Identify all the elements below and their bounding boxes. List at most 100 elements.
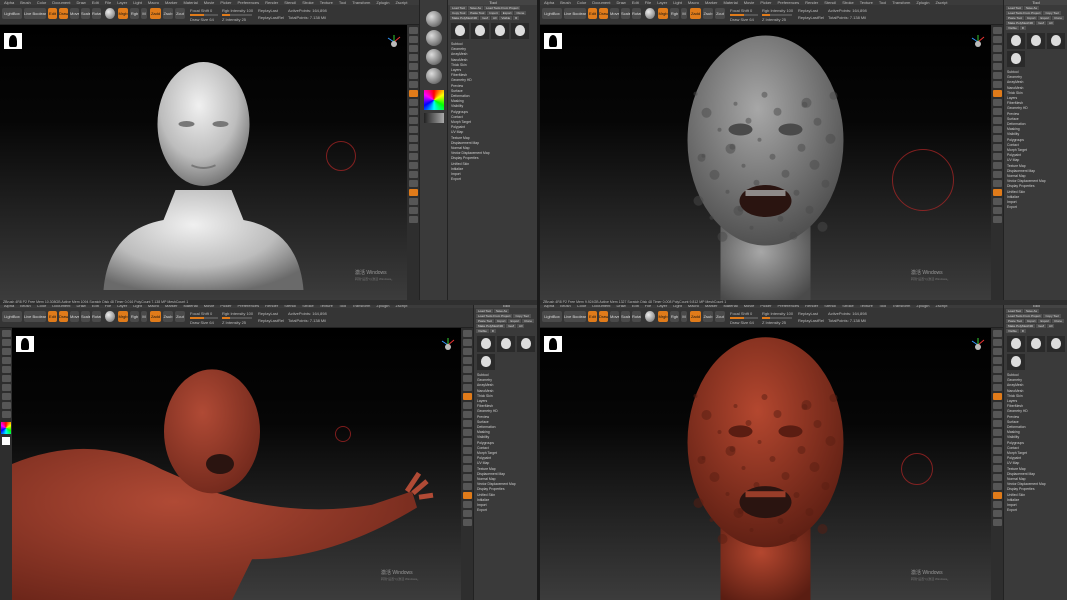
shelf-button[interactable] — [992, 510, 1002, 517]
tool-panel-button[interactable]: Load Tool — [476, 309, 493, 313]
tool-panel-button[interactable]: Visible — [476, 329, 489, 333]
zadd-button[interactable]: Zadd — [150, 311, 161, 322]
mrgb-button[interactable]: Mrgb — [118, 8, 128, 19]
zsub-button[interactable]: Zsub — [163, 311, 173, 322]
tool-thumbnail[interactable] — [1027, 33, 1045, 49]
tool-panel-button[interactable]: Clone — [1052, 319, 1064, 323]
shelf-button[interactable] — [992, 375, 1002, 382]
tool-panel-button[interactable]: Save As — [467, 6, 483, 10]
zcut-button[interactable]: Zcut — [715, 311, 725, 322]
shelf-button[interactable] — [1, 330, 11, 337]
tool-thumbnail[interactable] — [1007, 33, 1025, 49]
rgb-button[interactable]: Rgb — [670, 311, 679, 322]
shelf-button[interactable] — [462, 411, 472, 418]
tool-panel-button[interactable]: Load Tool — [1006, 309, 1023, 313]
shelf-button[interactable] — [1, 393, 11, 400]
replay-last-button[interactable]: ReplayLast — [258, 8, 278, 13]
shelf-button[interactable] — [1, 348, 11, 355]
shelf-button[interactable] — [408, 207, 418, 214]
tool-thumbnail[interactable] — [451, 23, 469, 39]
tool-panel-button[interactable]: GoZ — [480, 16, 491, 20]
m-button[interactable]: M — [141, 8, 147, 19]
shelf-button[interactable] — [992, 366, 1002, 373]
shelf-button[interactable] — [1, 357, 11, 364]
tool-panel-button[interactable]: Save As — [1023, 309, 1039, 313]
material-sphere-icon[interactable] — [426, 11, 442, 27]
shelf-button[interactable] — [992, 27, 1002, 34]
tool-panel-button[interactable]: Copy Tool — [450, 11, 468, 15]
shelf-button[interactable] — [462, 438, 472, 445]
material-sphere-icon[interactable] — [426, 30, 442, 46]
navigator-thumbnail[interactable] — [544, 336, 562, 352]
z-intensity-slider[interactable] — [222, 14, 252, 16]
shelf-button[interactable] — [462, 510, 472, 517]
tool-panel-button[interactable]: Visible — [499, 16, 513, 20]
shelf-button[interactable] — [462, 339, 472, 346]
tool-panel-button[interactable]: Clone — [522, 319, 534, 323]
tool-thumbnail[interactable] — [1047, 33, 1065, 49]
shelf-button[interactable] — [408, 90, 418, 97]
tool-panel-button[interactable]: Paste Tool — [1006, 319, 1024, 323]
shelf-button[interactable] — [462, 483, 472, 490]
axis-gizmo-icon[interactable] — [441, 338, 455, 352]
axis-gizmo-icon[interactable] — [971, 338, 985, 352]
replay-last-button[interactable]: ReplayLast — [258, 311, 278, 316]
shelf-button[interactable] — [1, 375, 11, 382]
zsub-button[interactable]: Zsub — [703, 311, 713, 322]
shelf-button[interactable] — [992, 117, 1002, 124]
zsub-button[interactable]: Zsub — [163, 8, 173, 19]
replay-last-rel-button[interactable]: ReplayLastRel — [798, 318, 824, 323]
shelf-button[interactable] — [992, 339, 1002, 346]
shelf-button[interactable] — [992, 438, 1002, 445]
tool-panel-button[interactable]: Import — [1024, 319, 1038, 323]
shelf-button[interactable] — [462, 456, 472, 463]
canvas-viewport[interactable] — [540, 25, 991, 300]
tool-panel-button[interactable]: Clone — [514, 11, 527, 15]
shelf-button[interactable] — [992, 63, 1002, 70]
shelf-button[interactable] — [992, 357, 1002, 364]
shelf-button[interactable] — [462, 420, 472, 427]
rgb-button[interactable]: Rgb — [130, 8, 139, 19]
shelf-button[interactable] — [462, 501, 472, 508]
draw-button[interactable]: Draw — [59, 8, 68, 19]
zcut-button[interactable]: Zcut — [175, 311, 185, 322]
shelf-button[interactable] — [1, 384, 11, 391]
shelf-button[interactable] — [992, 180, 1002, 187]
tool-panel-button[interactable]: Import — [487, 11, 500, 15]
tool-panel-button[interactable]: GoZ — [506, 324, 517, 328]
tool-panel-button[interactable]: Export — [1038, 319, 1052, 323]
tool-thumbnail[interactable] — [477, 354, 495, 370]
scale-button[interactable]: Scale — [81, 8, 90, 19]
replay-last-rel-button[interactable]: ReplayLastRel — [258, 15, 284, 20]
tool-panel-button[interactable]: All — [491, 16, 499, 20]
rotate-button[interactable]: Rotate — [632, 311, 641, 322]
tool-thumbnail[interactable] — [1007, 51, 1025, 67]
shelf-button[interactable] — [992, 99, 1002, 106]
shelf-button[interactable] — [992, 411, 1002, 418]
tool-thumbnail[interactable] — [511, 23, 529, 39]
tool-panel-button[interactable]: Make PolyMesh3D — [476, 324, 506, 328]
shelf-button[interactable] — [408, 135, 418, 142]
subpalette-item[interactable]: Export — [477, 508, 535, 513]
shelf-button[interactable] — [992, 465, 1002, 472]
shelf-button[interactable] — [408, 54, 418, 61]
move-button[interactable]: Move — [610, 8, 619, 19]
shelf-button[interactable] — [992, 501, 1002, 508]
shelf-button[interactable] — [408, 189, 418, 196]
shelf-button[interactable] — [992, 216, 1002, 223]
mrgb-button[interactable]: Mrgb — [658, 8, 668, 19]
m-button[interactable]: M — [681, 311, 687, 322]
shelf-button[interactable] — [992, 519, 1002, 526]
shelf-button[interactable] — [992, 90, 1002, 97]
canvas-viewport[interactable] — [540, 328, 991, 600]
tool-thumbnail[interactable] — [497, 336, 515, 352]
shelf-button[interactable] — [462, 330, 472, 337]
shelf-button[interactable] — [408, 27, 418, 34]
shelf-button[interactable] — [462, 429, 472, 436]
axis-gizmo-icon[interactable] — [971, 35, 985, 49]
tool-panel-button[interactable]: Import — [1024, 16, 1038, 20]
tool-thumbnail[interactable] — [517, 336, 535, 352]
zadd-button[interactable]: Zadd — [690, 8, 701, 19]
shelf-button[interactable] — [992, 429, 1002, 436]
tool-thumbnail[interactable] — [1027, 336, 1045, 352]
